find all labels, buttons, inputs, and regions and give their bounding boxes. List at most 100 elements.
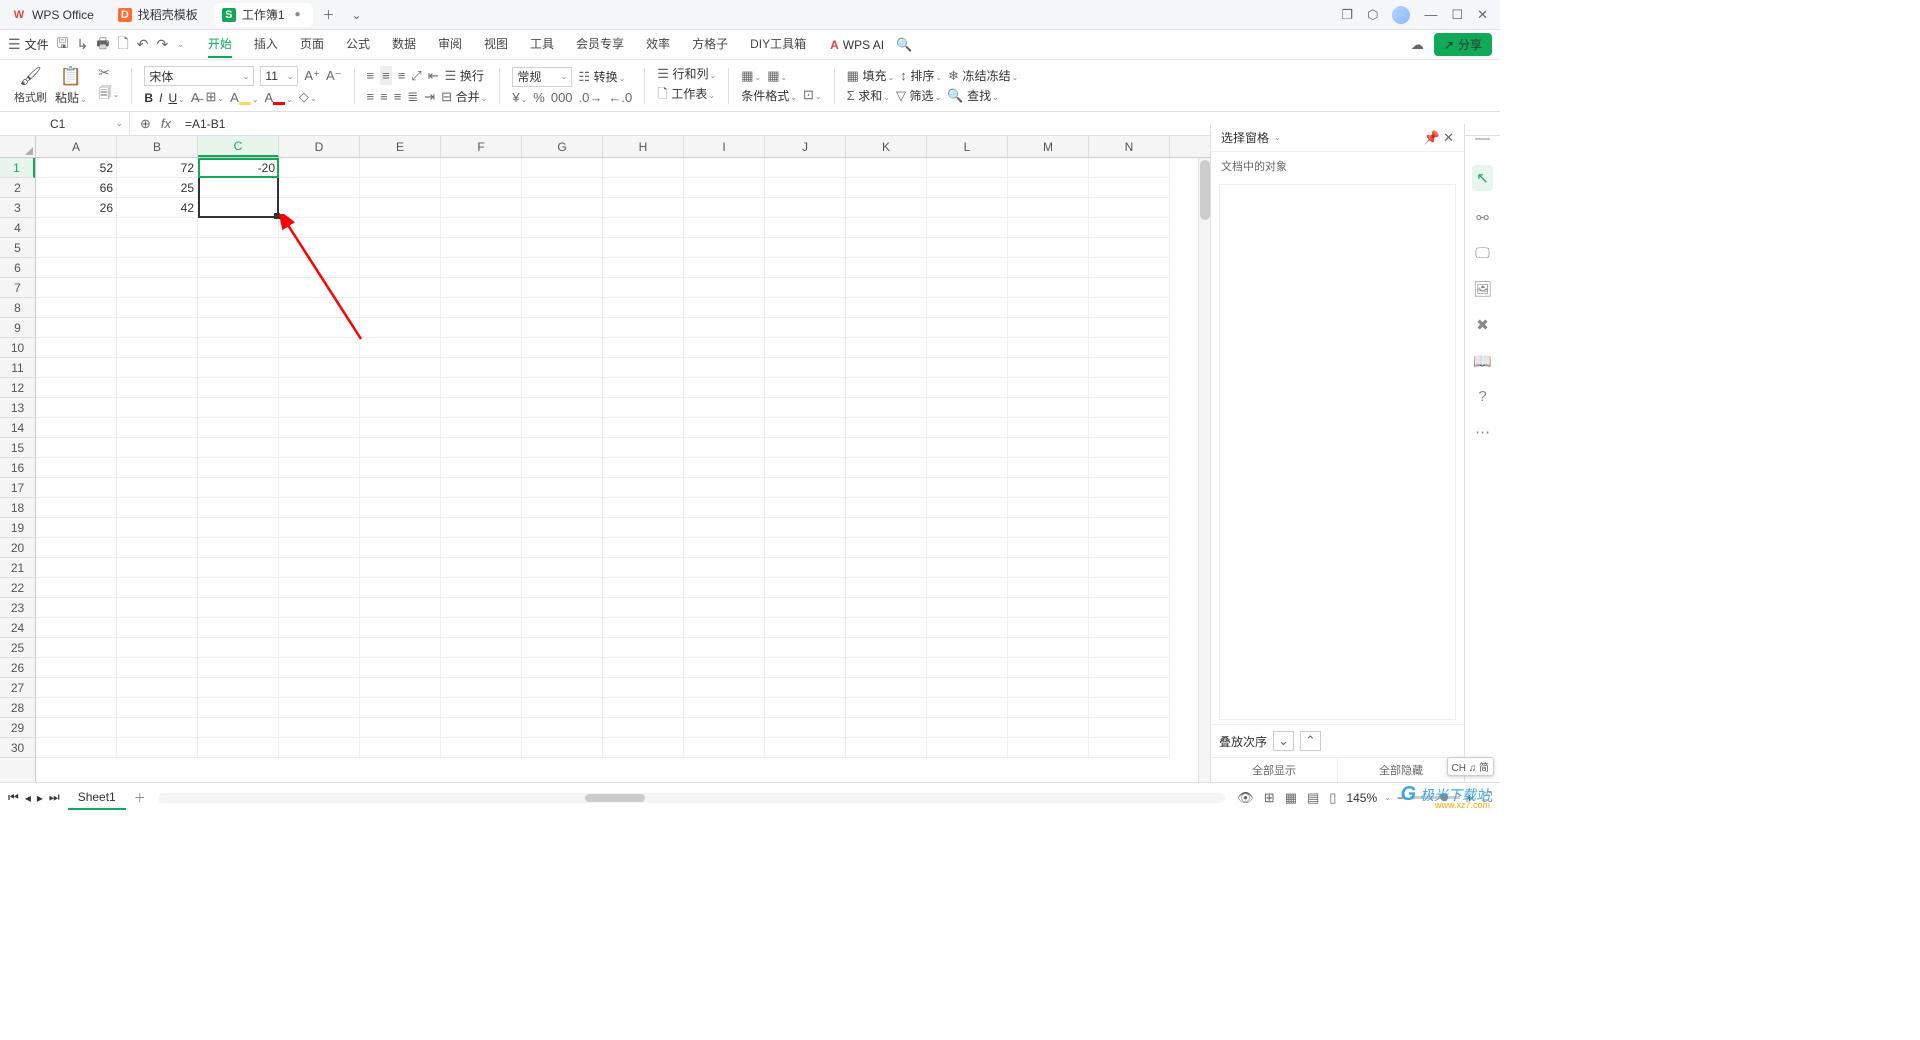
cell[interactable]: [846, 318, 927, 338]
cell[interactable]: [1089, 298, 1170, 318]
cell[interactable]: [360, 578, 441, 598]
cell[interactable]: [360, 298, 441, 318]
first-sheet-icon[interactable]: ⏮: [8, 790, 19, 805]
cell[interactable]: [198, 538, 279, 558]
cell[interactable]: [765, 578, 846, 598]
row-header[interactable]: 26: [0, 658, 35, 678]
cell[interactable]: [279, 558, 360, 578]
zoom-in-icon[interactable]: +: [1466, 791, 1473, 805]
cell[interactable]: [36, 678, 117, 698]
align-left-icon[interactable]: ≡: [367, 89, 375, 104]
cell[interactable]: [603, 678, 684, 698]
col-header[interactable]: I: [684, 136, 765, 157]
cell[interactable]: [684, 418, 765, 438]
cell[interactable]: [360, 498, 441, 518]
justify-icon[interactable]: ≣: [407, 89, 418, 105]
cell[interactable]: [1008, 198, 1089, 218]
cell[interactable]: [441, 678, 522, 698]
cell[interactable]: [846, 378, 927, 398]
cell[interactable]: -20: [198, 158, 279, 178]
cell[interactable]: [522, 638, 603, 658]
cell[interactable]: [279, 278, 360, 298]
cell[interactable]: [36, 458, 117, 478]
cell[interactable]: [1008, 258, 1089, 278]
row-header[interactable]: 4: [0, 218, 35, 238]
row-header[interactable]: 24: [0, 618, 35, 638]
cell[interactable]: [927, 718, 1008, 738]
cell[interactable]: [765, 678, 846, 698]
cell[interactable]: [684, 198, 765, 218]
freeze-button[interactable]: ❄ 冻结冻结⌄: [948, 67, 1018, 84]
cell[interactable]: [1008, 358, 1089, 378]
cell[interactable]: [36, 438, 117, 458]
cell[interactable]: [441, 618, 522, 638]
cell[interactable]: [441, 538, 522, 558]
cell[interactable]: [846, 738, 927, 758]
cell[interactable]: [603, 558, 684, 578]
sheet-tab[interactable]: Sheet1: [68, 786, 126, 810]
cell[interactable]: [522, 578, 603, 598]
cell[interactable]: [279, 678, 360, 698]
cell[interactable]: [684, 238, 765, 258]
cell[interactable]: [927, 738, 1008, 758]
cell[interactable]: [846, 478, 927, 498]
cell[interactable]: [1008, 538, 1089, 558]
cell[interactable]: [603, 198, 684, 218]
cell[interactable]: [360, 738, 441, 758]
col-header[interactable]: G: [522, 136, 603, 157]
tab-wps-home[interactable]: W WPS Office: [4, 3, 106, 27]
cell[interactable]: [360, 678, 441, 698]
format-painter-button[interactable]: 🖌格式刷: [10, 66, 51, 105]
cell[interactable]: [927, 538, 1008, 558]
thousands-icon[interactable]: 000: [551, 90, 573, 105]
cell[interactable]: [279, 418, 360, 438]
cell[interactable]: [846, 198, 927, 218]
cell[interactable]: [441, 338, 522, 358]
horizontal-scrollbar[interactable]: [158, 793, 1226, 803]
cell[interactable]: [684, 618, 765, 638]
link-icon[interactable]: ⚯: [1476, 209, 1489, 227]
cell[interactable]: [927, 618, 1008, 638]
tab-efficiency[interactable]: 效率: [646, 31, 670, 58]
cell[interactable]: [927, 678, 1008, 698]
row-header[interactable]: 22: [0, 578, 35, 598]
col-header[interactable]: M: [1008, 136, 1089, 157]
cell[interactable]: [846, 598, 927, 618]
cell[interactable]: [765, 638, 846, 658]
tab-home[interactable]: 开始: [208, 31, 232, 58]
convert-button[interactable]: ☷ 转换⌄: [578, 68, 625, 85]
cell[interactable]: [846, 438, 927, 458]
cell[interactable]: [684, 258, 765, 278]
italic-icon[interactable]: I: [159, 90, 162, 105]
cell[interactable]: [846, 258, 927, 278]
cell[interactable]: [927, 258, 1008, 278]
table-icon[interactable]: ▦⌄: [741, 68, 761, 84]
cell[interactable]: [1089, 438, 1170, 458]
cell[interactable]: [198, 698, 279, 718]
row-header[interactable]: 29: [0, 718, 35, 738]
cell[interactable]: [198, 318, 279, 338]
cell[interactable]: [1008, 578, 1089, 598]
cell[interactable]: [360, 478, 441, 498]
zoom-out-icon[interactable]: −: [1397, 791, 1404, 805]
cell[interactable]: [279, 478, 360, 498]
cell[interactable]: [603, 458, 684, 478]
cell[interactable]: [441, 478, 522, 498]
cell[interactable]: [198, 298, 279, 318]
cell[interactable]: [846, 238, 927, 258]
cell[interactable]: [765, 618, 846, 638]
cell[interactable]: [684, 158, 765, 178]
cell[interactable]: [522, 478, 603, 498]
select-all-corner[interactable]: [0, 136, 36, 158]
cell[interactable]: [846, 678, 927, 698]
cell[interactable]: [765, 318, 846, 338]
cell[interactable]: [684, 398, 765, 418]
cell[interactable]: [522, 558, 603, 578]
cell[interactable]: [117, 718, 198, 738]
export-icon[interactable]: ↳: [77, 36, 89, 53]
percent-icon[interactable]: %: [533, 90, 545, 105]
cell[interactable]: [198, 338, 279, 358]
cell[interactable]: [198, 218, 279, 238]
cell[interactable]: [117, 238, 198, 258]
cloud-icon[interactable]: ☁: [1411, 37, 1424, 53]
